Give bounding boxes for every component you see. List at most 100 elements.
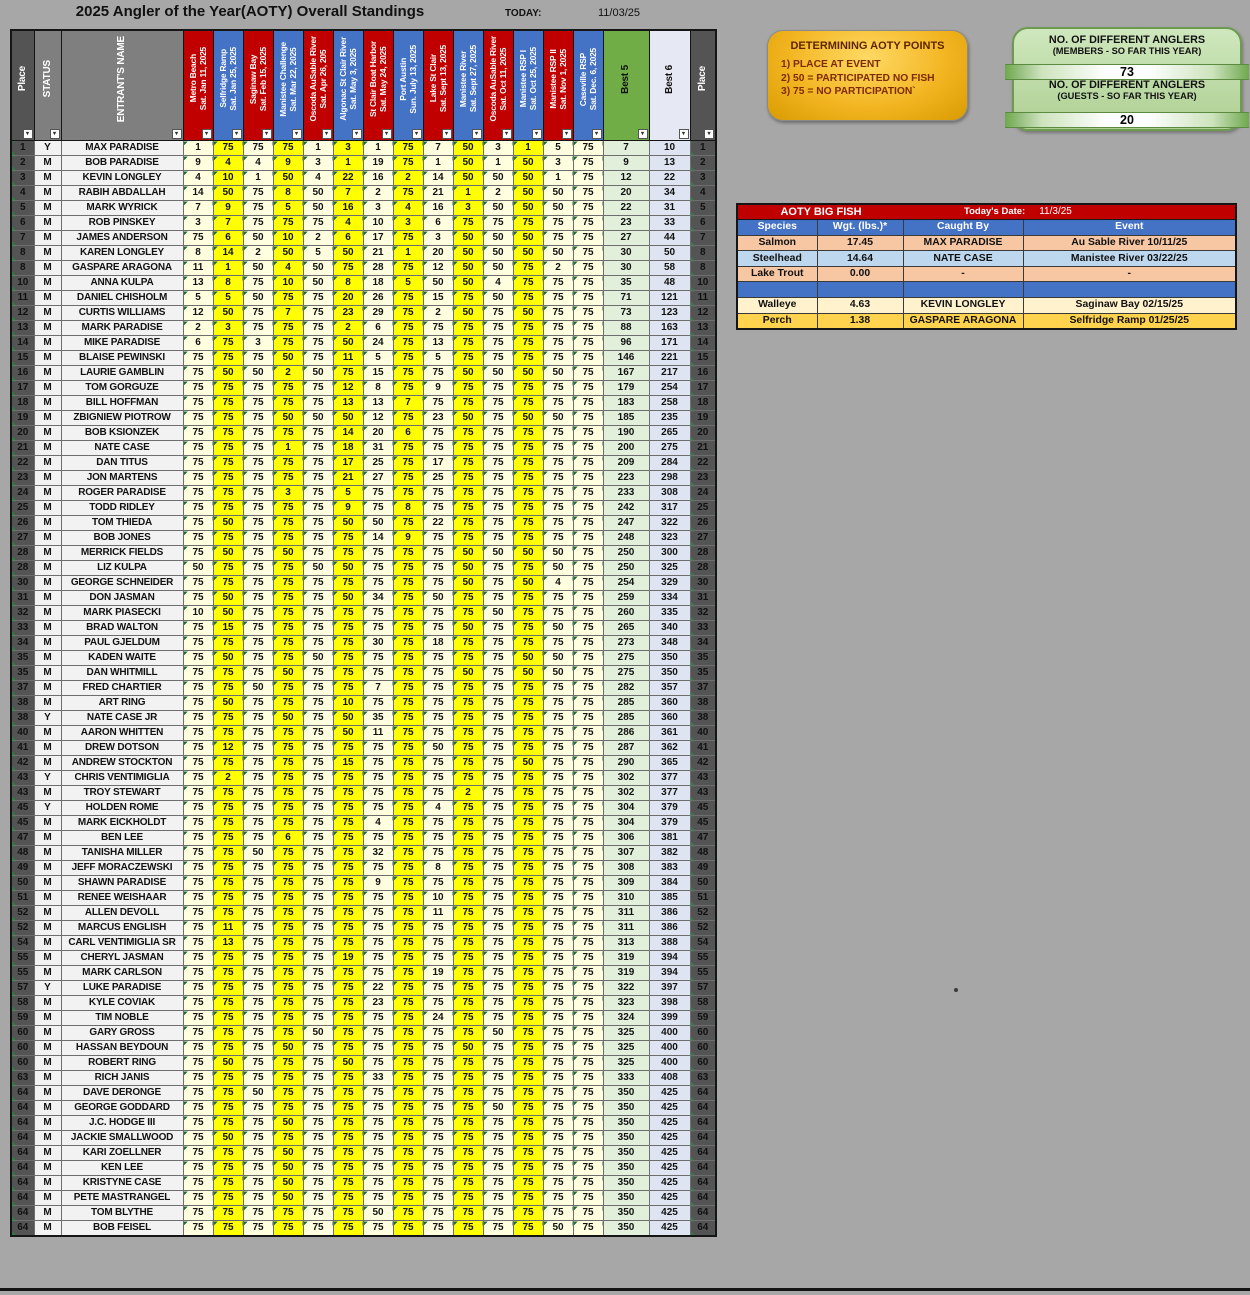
- score-cell[interactable]: 75: [272, 815, 304, 831]
- place-cell[interactable]: 64: [10, 1160, 35, 1176]
- score-cell[interactable]: 75: [512, 455, 544, 471]
- score-cell[interactable]: 75: [482, 845, 514, 861]
- place-cell-right[interactable]: 45: [689, 815, 717, 831]
- score-cell[interactable]: 75: [182, 410, 214, 426]
- place-cell[interactable]: 4: [10, 185, 35, 201]
- score-cell[interactable]: 75: [422, 725, 454, 741]
- best5-cell[interactable]: 350: [602, 1100, 650, 1116]
- score-cell[interactable]: 4: [362, 815, 394, 831]
- place-cell-right[interactable]: 18: [689, 395, 717, 411]
- score-cell[interactable]: 75: [362, 485, 394, 501]
- score-cell[interactable]: 15: [362, 365, 394, 381]
- place-cell-right[interactable]: 28: [689, 545, 717, 561]
- score-cell[interactable]: 75: [362, 860, 394, 876]
- score-cell[interactable]: 75: [512, 215, 544, 231]
- score-cell[interactable]: 5: [392, 275, 424, 291]
- score-cell[interactable]: 75: [392, 1160, 424, 1176]
- score-cell[interactable]: 75: [452, 320, 484, 336]
- score-cell[interactable]: 75: [272, 965, 304, 981]
- name-cell[interactable]: DON JASMAN: [60, 590, 184, 606]
- score-cell[interactable]: 75: [482, 680, 514, 696]
- score-cell[interactable]: 75: [302, 890, 334, 906]
- score-cell[interactable]: 75: [242, 275, 274, 291]
- score-cell[interactable]: 75: [332, 545, 364, 561]
- score-cell[interactable]: 75: [482, 350, 514, 366]
- score-cell[interactable]: 75: [482, 725, 514, 741]
- score-cell[interactable]: 50: [302, 275, 334, 291]
- score-cell[interactable]: 7: [422, 140, 454, 156]
- score-cell[interactable]: 5: [302, 245, 334, 261]
- place-cell[interactable]: 43: [10, 785, 35, 801]
- best6-cell[interactable]: 382: [648, 845, 691, 861]
- score-cell[interactable]: 75: [482, 320, 514, 336]
- place-cell-right[interactable]: 37: [689, 680, 717, 696]
- best5-cell[interactable]: 304: [602, 815, 650, 831]
- best5-cell[interactable]: 259: [602, 590, 650, 606]
- score-cell[interactable]: 75: [452, 800, 484, 816]
- score-cell[interactable]: 75: [482, 485, 514, 501]
- status-cell[interactable]: M: [33, 1055, 62, 1071]
- score-cell[interactable]: 75: [572, 1040, 604, 1056]
- score-cell[interactable]: 50: [242, 365, 274, 381]
- name-cell[interactable]: DAN TITUS: [60, 455, 184, 471]
- status-cell[interactable]: M: [33, 1160, 62, 1176]
- place-cell-right[interactable]: 35: [689, 665, 717, 681]
- score-cell[interactable]: 75: [452, 1205, 484, 1221]
- score-cell[interactable]: 50: [242, 680, 274, 696]
- score-cell[interactable]: 75: [572, 785, 604, 801]
- place-cell[interactable]: 60: [10, 1055, 35, 1071]
- best5-cell[interactable]: 350: [602, 1160, 650, 1176]
- score-cell[interactable]: 75: [362, 575, 394, 591]
- status-cell[interactable]: M: [33, 680, 62, 696]
- score-cell[interactable]: 75: [512, 890, 544, 906]
- name-cell[interactable]: KEN LEE: [60, 1160, 184, 1176]
- place-cell-right[interactable]: 28: [689, 560, 717, 576]
- name-cell[interactable]: GEORGE SCHNEIDER: [60, 575, 184, 591]
- score-cell[interactable]: 27: [362, 470, 394, 486]
- score-cell[interactable]: 75: [392, 875, 424, 891]
- score-cell[interactable]: 50: [452, 560, 484, 576]
- score-cell[interactable]: 50: [272, 410, 304, 426]
- score-cell[interactable]: 75: [242, 1130, 274, 1146]
- best5-cell[interactable]: 242: [602, 500, 650, 516]
- score-cell[interactable]: 75: [542, 500, 574, 516]
- best6-cell[interactable]: 383: [648, 860, 691, 876]
- score-cell[interactable]: 75: [572, 335, 604, 351]
- score-cell[interactable]: 75: [482, 560, 514, 576]
- score-cell[interactable]: 75: [332, 815, 364, 831]
- score-cell[interactable]: 75: [482, 380, 514, 396]
- score-cell[interactable]: 14: [182, 185, 214, 201]
- score-cell[interactable]: 75: [242, 1100, 274, 1116]
- score-cell[interactable]: 75: [272, 980, 304, 996]
- score-cell[interactable]: 75: [572, 1115, 604, 1131]
- score-cell[interactable]: 6: [362, 320, 394, 336]
- score-cell[interactable]: 50: [482, 545, 514, 561]
- score-cell[interactable]: 2: [362, 185, 394, 201]
- score-cell[interactable]: 50: [542, 185, 574, 201]
- score-cell[interactable]: 75: [572, 155, 604, 171]
- score-cell[interactable]: 3: [272, 485, 304, 501]
- best6-cell[interactable]: 425: [648, 1115, 691, 1131]
- score-cell[interactable]: 75: [542, 440, 574, 456]
- score-cell[interactable]: 75: [422, 1085, 454, 1101]
- score-cell[interactable]: 75: [182, 650, 214, 666]
- score-cell[interactable]: 75: [452, 1085, 484, 1101]
- filter-dropdown-icon[interactable]: [231, 129, 242, 139]
- score-cell[interactable]: 8: [392, 500, 424, 516]
- score-cell[interactable]: 75: [332, 980, 364, 996]
- name-cell[interactable]: MIKE PARADISE: [60, 335, 184, 351]
- score-cell[interactable]: 75: [182, 380, 214, 396]
- score-cell[interactable]: 75: [212, 335, 244, 351]
- score-cell[interactable]: 20: [332, 290, 364, 306]
- score-cell[interactable]: 2: [182, 320, 214, 336]
- name-cell[interactable]: DREW DOTSON: [60, 740, 184, 756]
- score-cell[interactable]: 6: [392, 425, 424, 441]
- score-cell[interactable]: 50: [512, 245, 544, 261]
- score-cell[interactable]: 75: [242, 1205, 274, 1221]
- name-cell[interactable]: BOB PARADISE: [60, 155, 184, 171]
- score-cell[interactable]: 11: [422, 905, 454, 921]
- score-cell[interactable]: 3: [212, 320, 244, 336]
- score-cell[interactable]: 14: [362, 530, 394, 546]
- score-cell[interactable]: 75: [182, 545, 214, 561]
- score-cell[interactable]: 3: [392, 215, 424, 231]
